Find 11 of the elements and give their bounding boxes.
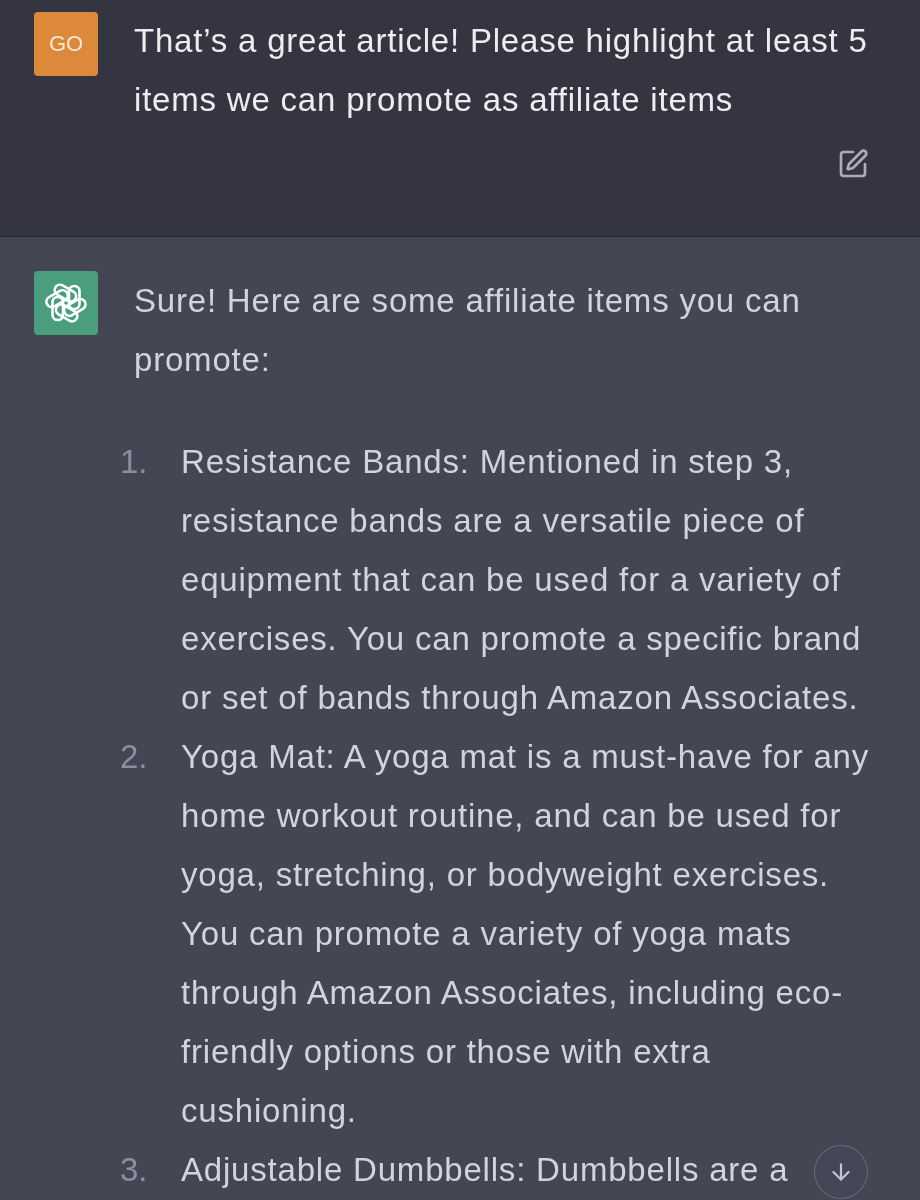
list-item-text: Adjustable Dumbbells: Dumbbells are a (181, 1150, 789, 1190)
logo-icon (34, 271, 98, 335)
message-text: Sure! Here are some affiliate items you can promote: (134, 281, 802, 380)
message-text: That’s a great article! Please highlight at least 5 items we can promote as affiliate items (134, 21, 869, 120)
edit-icon[interactable] (837, 148, 869, 180)
list-item-text: Yoga Mat: A yoga mat is a must-have for any home workout routine, and can be used for yoga, stretching, or bodyweight exercises. You can promote a variety of yoga mats through Amazon Associates, including eco-friendly options or those with extra cushioning. (181, 737, 871, 1131)
list-number: 1. (120, 442, 149, 482)
list-item-text: Resistance Bands: Mentioned in step 3, resistance bands are a versatile piece of equipment that can be used for a variety of exercises. You can promote a specific brand or set of bands through Amazon Associates. (181, 442, 863, 718)
user-avatar: GO (34, 12, 98, 76)
list-number: 2. (120, 737, 149, 777)
list-number: 3. (120, 1150, 149, 1190)
